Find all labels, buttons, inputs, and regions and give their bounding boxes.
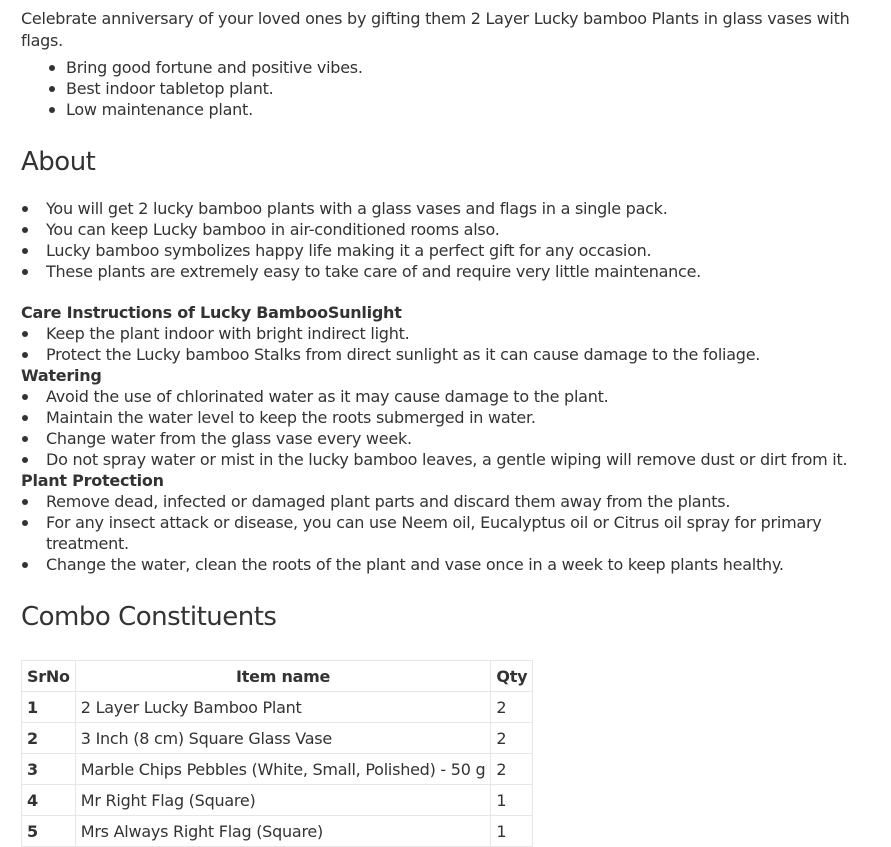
table-row: 2 3 Inch (8 cm) Square Glass Vase 2	[21, 722, 534, 754]
cell-item-name: 2 Layer Lucky Bamboo Plant	[74, 691, 492, 723]
list-item: Bring good fortune and positive vibes.	[21, 57, 881, 78]
column-header-qty: Qty	[490, 660, 534, 692]
sunlight-list: Keep the plant indoor with bright indire…	[21, 323, 881, 365]
list-item: Change water from the glass vase every w…	[21, 428, 881, 449]
about-heading: About	[21, 147, 96, 177]
intro-text: Celebrate anniversary of your loved ones…	[21, 9, 850, 50]
table-row: 1 2 Layer Lucky Bamboo Plant 2	[21, 691, 534, 723]
list-item: Avoid the use of chlorinated water as it…	[21, 386, 881, 407]
list-item: Best indoor tabletop plant.	[21, 78, 881, 99]
cell-qty: 2	[490, 722, 534, 754]
cell-srno: 5	[21, 815, 76, 847]
list-item: Remove dead, infected or damaged plant p…	[21, 491, 881, 512]
list-item: Maintain the water level to keep the roo…	[21, 407, 881, 428]
cell-qty: 2	[490, 691, 534, 723]
intro-points-list: Bring good fortune and positive vibes. B…	[21, 57, 881, 120]
list-item: These plants are extremely easy to take …	[21, 261, 881, 282]
list-item: Do not spray water or mist in the lucky …	[21, 449, 881, 470]
watering-list: Avoid the use of chlorinated water as it…	[21, 386, 881, 470]
table-row: 3 Marble Chips Pebbles (White, Small, Po…	[21, 753, 534, 785]
care-heading: Care Instructions of Lucky BambooSunligh…	[21, 303, 402, 322]
table-header-row: SrNo Item name Qty	[21, 660, 534, 692]
list-item: You will get 2 lucky bamboo plants with …	[21, 198, 881, 219]
list-item: Keep the plant indoor with bright indire…	[21, 323, 881, 344]
table-row: 4 Mr Right Flag (Square) 1	[21, 784, 534, 816]
list-item: Change the water, clean the roots of the…	[21, 554, 881, 575]
list-item: Lucky bamboo symbolizes happy life makin…	[21, 240, 881, 261]
cell-item-name: Mrs Always Right Flag (Square)	[74, 815, 492, 847]
cell-srno: 4	[21, 784, 76, 816]
column-header-srno: SrNo	[21, 660, 76, 692]
combo-table: SrNo Item name Qty 1 2 Layer Lucky Bambo…	[21, 660, 534, 847]
protection-list: Remove dead, infected or damaged plant p…	[21, 491, 881, 575]
cell-qty: 1	[490, 815, 534, 847]
watering-heading: Watering	[21, 366, 102, 385]
protection-heading: Plant Protection	[21, 471, 164, 490]
list-item: Low maintenance plant.	[21, 99, 881, 120]
table-row: 5 Mrs Always Right Flag (Square) 1	[21, 815, 534, 847]
cell-qty: 1	[490, 784, 534, 816]
about-points-list: You will get 2 lucky bamboo plants with …	[21, 198, 881, 282]
product-description: Celebrate anniversary of your loved ones…	[21, 0, 881, 847]
cell-srno: 3	[21, 753, 76, 785]
column-header-item-name: Item name	[74, 660, 492, 692]
combo-heading: Combo Constituents	[21, 602, 277, 632]
list-item: For any insect attack or disease, you ca…	[21, 512, 881, 554]
cell-qty: 2	[490, 753, 534, 785]
cell-srno: 2	[21, 722, 76, 754]
cell-item-name: Mr Right Flag (Square)	[74, 784, 492, 816]
cell-item-name: Marble Chips Pebbles (White, Small, Poli…	[74, 753, 492, 785]
cell-srno: 1	[21, 691, 76, 723]
cell-item-name: 3 Inch (8 cm) Square Glass Vase	[74, 722, 492, 754]
list-item: You can keep Lucky bamboo in air-conditi…	[21, 219, 881, 240]
list-item: Protect the Lucky bamboo Stalks from dir…	[21, 344, 881, 365]
